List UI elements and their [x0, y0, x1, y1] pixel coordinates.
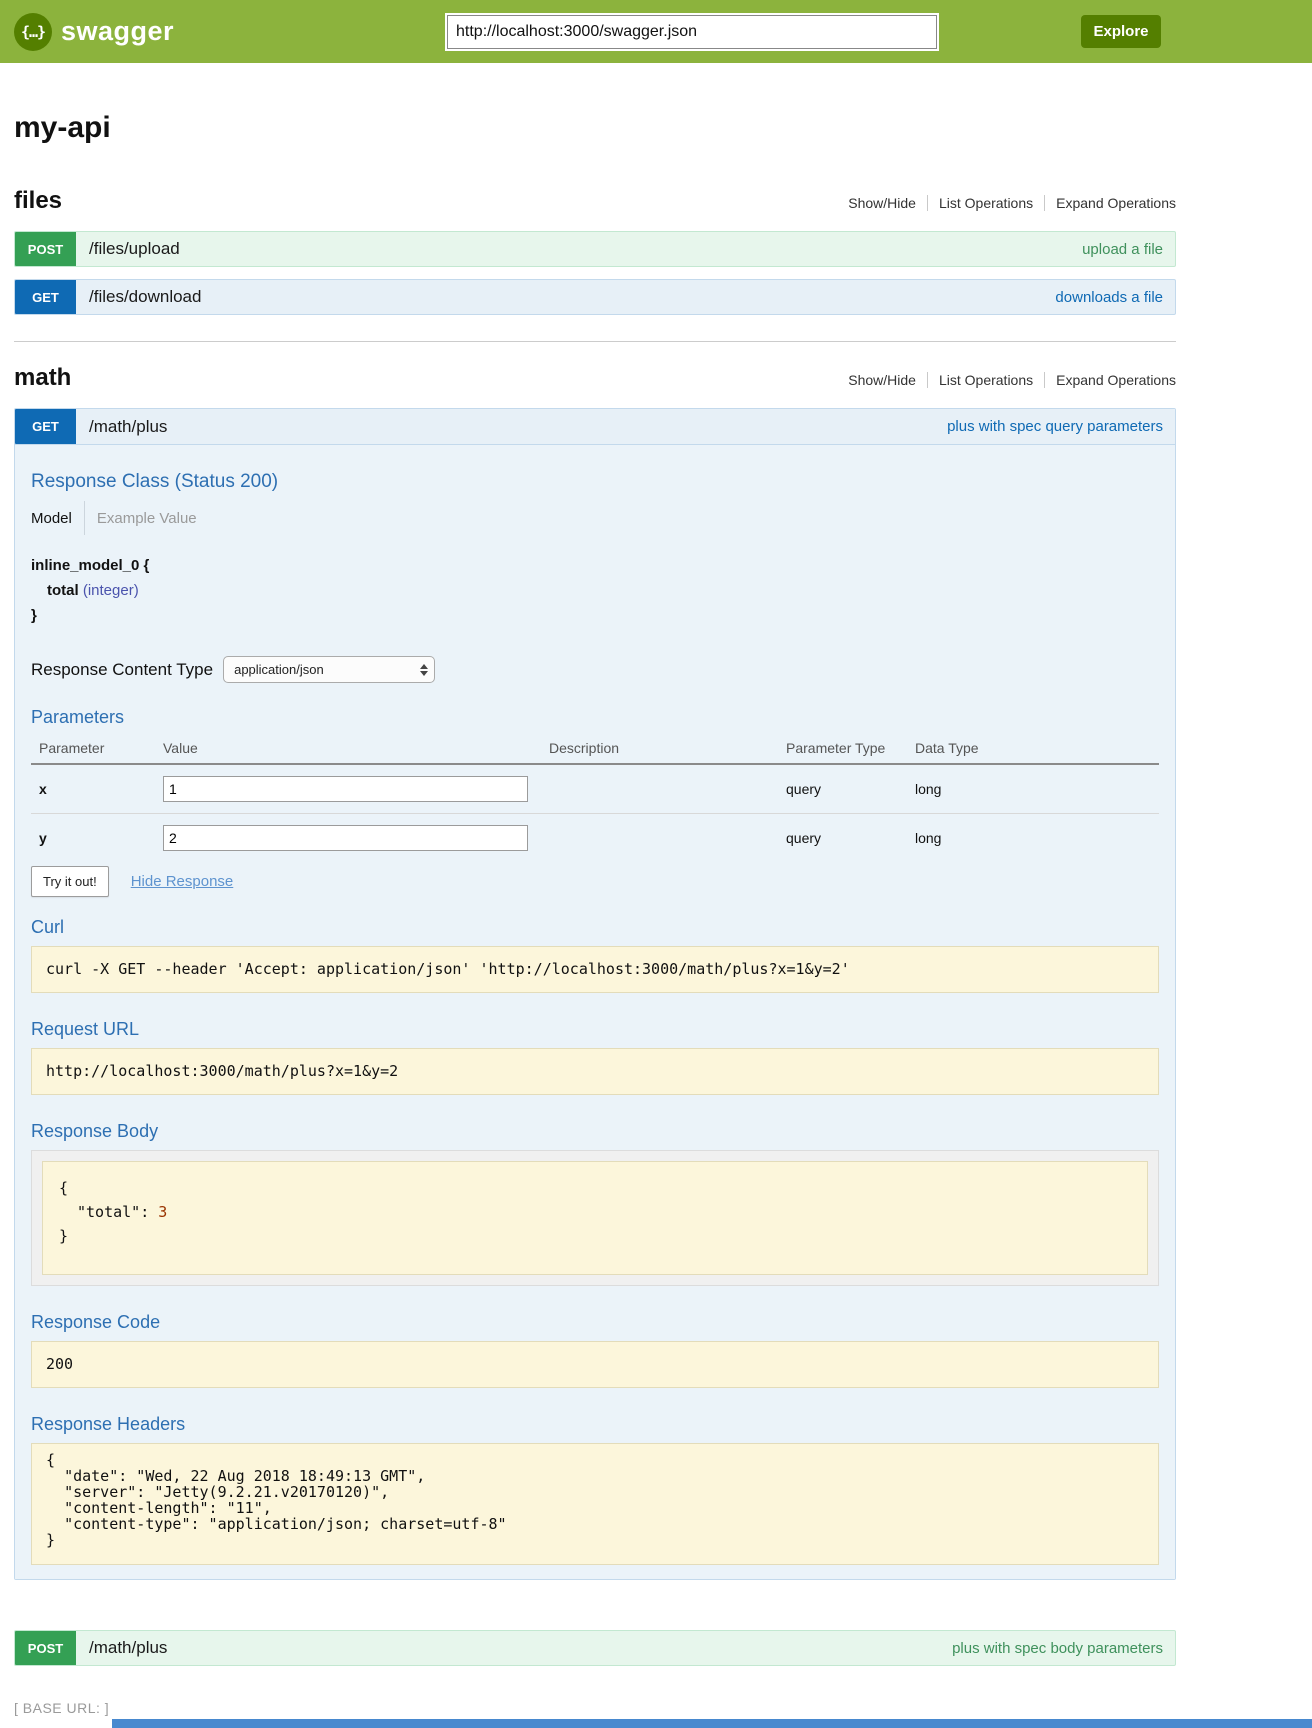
tab-example-value[interactable]: Example Value	[97, 510, 197, 527]
select-stepper-icon	[420, 664, 428, 676]
bottom-blue-bar	[112, 1719, 1312, 1728]
json-value: 3	[158, 1203, 167, 1221]
page-title: my-api	[14, 111, 1176, 145]
model-property: total (integer)	[31, 578, 1159, 603]
files-section-title: files	[14, 187, 62, 215]
param-data-type: long	[907, 764, 1159, 814]
param-y-input[interactable]	[163, 825, 528, 851]
try-it-out-button[interactable]: Try it out!	[31, 866, 109, 897]
response-code-heading: Response Code	[31, 1312, 1159, 1333]
page-footer: [ BASE URL: ]	[14, 1700, 1176, 1718]
endpoint-row-get-math-plus[interactable]: GET /math/plus plus with spec query para…	[15, 409, 1175, 445]
explore-button[interactable]: Explore	[1081, 15, 1161, 48]
response-content-type-value: application/json	[234, 662, 324, 677]
json-close-brace: }	[59, 1224, 1131, 1248]
get-method-badge: GET	[15, 409, 76, 444]
endpoint-path[interactable]: /files/upload	[76, 232, 180, 266]
math-expand-operations-link[interactable]: Expand Operations	[1044, 372, 1176, 388]
param-row-x: x query long	[31, 764, 1159, 814]
request-url-block: http://localhost:3000/math/plus?x=1&y=2	[31, 1048, 1159, 1095]
spec-url-input[interactable]	[447, 15, 937, 49]
param-type: query	[778, 814, 907, 863]
col-parameter: Parameter	[31, 736, 155, 764]
param-row-y: y query long	[31, 814, 1159, 863]
endpoint-path[interactable]: /math/plus	[76, 409, 167, 444]
math-list-operations-link[interactable]: List Operations	[927, 372, 1044, 388]
param-type: query	[778, 764, 907, 814]
endpoint-path[interactable]: /files/download	[76, 280, 201, 314]
model-property-type: (integer)	[83, 582, 139, 599]
tab-separator	[84, 501, 85, 535]
math-show-hide-link[interactable]: Show/Hide	[837, 372, 927, 388]
curl-heading: Curl	[31, 917, 1159, 938]
response-code-block: 200	[31, 1341, 1159, 1388]
files-section-header: files Show/Hide List Operations Expand O…	[14, 187, 1176, 215]
response-content-type-row: Response Content Type application/json	[31, 656, 1159, 683]
response-headers-heading: Response Headers	[31, 1414, 1159, 1435]
operation-get-math-plus: GET /math/plus plus with spec query para…	[14, 408, 1176, 1580]
param-description	[541, 764, 778, 814]
param-data-type: long	[907, 814, 1159, 863]
base-url-label: [ BASE URL: ]	[14, 1700, 109, 1716]
endpoint-summary-link[interactable]: upload a file	[1082, 232, 1175, 266]
col-parameter-type: Parameter Type	[778, 736, 907, 764]
param-description	[541, 814, 778, 863]
parameters-heading: Parameters	[31, 707, 1159, 728]
get-method-badge: GET	[15, 280, 76, 314]
model-tabs: Model Example Value	[31, 501, 1159, 535]
response-body-heading: Response Body	[31, 1121, 1159, 1142]
param-x-input[interactable]	[163, 776, 528, 802]
math-section-title: math	[14, 364, 71, 392]
files-expand-operations-link[interactable]: Expand Operations	[1044, 195, 1176, 211]
top-header-bar: {…} swagger Explore	[0, 0, 1312, 63]
parameters-table: Parameter Value Description Parameter Ty…	[31, 736, 1159, 862]
curl-command-block: curl -X GET --header 'Accept: applicatio…	[31, 946, 1159, 993]
post-method-badge: POST	[15, 232, 76, 266]
endpoint-row-post-files-upload[interactable]: POST /files/upload upload a file	[14, 231, 1176, 267]
model-open: inline_model_0 {	[31, 553, 1159, 578]
response-body-wrapper: { "total": 3 }	[31, 1150, 1159, 1286]
response-body-json: { "total": 3 }	[42, 1161, 1148, 1275]
col-value: Value	[155, 736, 541, 764]
response-headers-block: { "date": "Wed, 22 Aug 2018 18:49:13 GMT…	[31, 1443, 1159, 1565]
response-content-type-label: Response Content Type	[31, 660, 213, 680]
swagger-logo-text: swagger	[61, 16, 174, 47]
operation-expanded-content: Response Class (Status 200) Model Exampl…	[15, 445, 1175, 1579]
param-name: x	[31, 764, 155, 814]
json-total-line: "total": 3	[59, 1200, 1131, 1224]
post-method-badge: POST	[15, 1631, 76, 1665]
hide-response-link[interactable]: Hide Response	[131, 873, 234, 890]
endpoint-path[interactable]: /math/plus	[76, 1631, 167, 1665]
col-description: Description	[541, 736, 778, 764]
files-show-hide-link[interactable]: Show/Hide	[837, 195, 927, 211]
swagger-braces-icon: {…}	[14, 13, 52, 51]
model-close: }	[31, 603, 1159, 628]
col-data-type: Data Type	[907, 736, 1159, 764]
response-class-heading: Response Class (Status 200)	[31, 471, 1159, 493]
swagger-logo[interactable]: {…} swagger	[14, 13, 174, 51]
endpoint-row-post-math-plus[interactable]: POST /math/plus plus with spec body para…	[14, 1630, 1176, 1666]
parameters-header-row: Parameter Value Description Parameter Ty…	[31, 736, 1159, 764]
math-section-header: math Show/Hide List Operations Expand Op…	[14, 364, 1176, 392]
json-key: "total":	[77, 1203, 149, 1221]
section-divider	[14, 341, 1176, 342]
model-signature: inline_model_0 { total (integer) }	[31, 553, 1159, 628]
endpoint-summary-link[interactable]: downloads a file	[1055, 280, 1175, 314]
json-open-brace: {	[59, 1176, 1131, 1200]
tab-model[interactable]: Model	[31, 510, 72, 527]
endpoint-summary-link[interactable]: plus with spec query parameters	[947, 409, 1175, 444]
param-name: y	[31, 814, 155, 863]
endpoint-summary-link[interactable]: plus with spec body parameters	[952, 1631, 1175, 1665]
endpoint-row-get-files-download[interactable]: GET /files/download downloads a file	[14, 279, 1176, 315]
request-url-heading: Request URL	[31, 1019, 1159, 1040]
model-property-name: total	[47, 582, 79, 599]
response-content-type-select[interactable]: application/json	[223, 656, 435, 683]
files-list-operations-link[interactable]: List Operations	[927, 195, 1044, 211]
